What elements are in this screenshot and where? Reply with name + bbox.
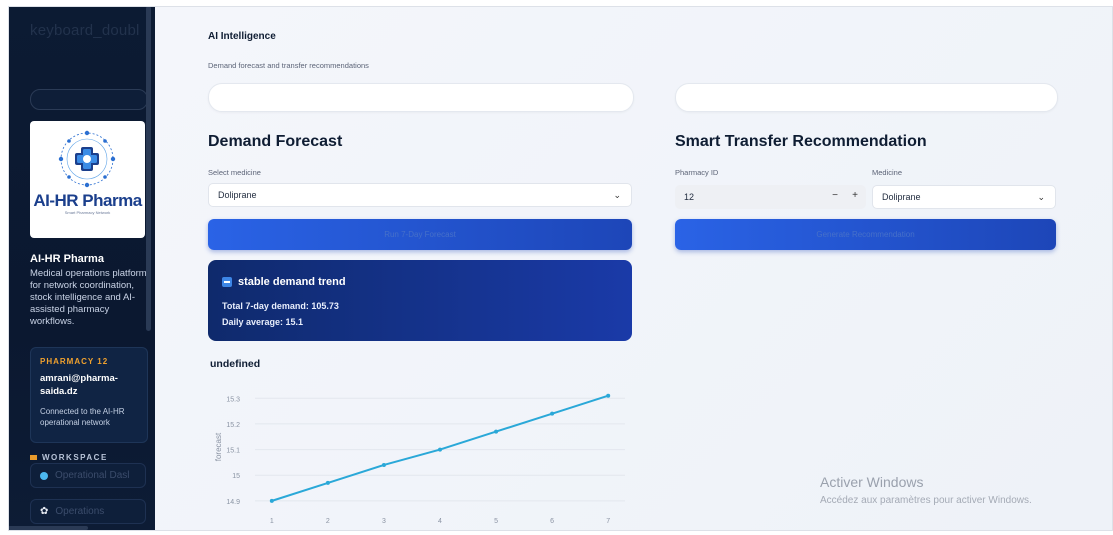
generate-recommendation-button[interactable]: Generate Recommendation xyxy=(675,219,1056,250)
pharmacy-card: PHARMACY 12 amrani@pharma-saida.dz Conne… xyxy=(30,347,148,443)
dot-icon xyxy=(40,471,48,480)
increment-button[interactable]: + xyxy=(852,190,858,201)
logo-subtitle: Smart Pharmacy Network xyxy=(64,210,111,215)
sidebar-toggle-glyph[interactable]: keyboard_doubl xyxy=(30,22,140,39)
workspace-label-text: WORKSPACE xyxy=(42,453,108,462)
sidebar-item-label: Operational Dasl xyxy=(55,470,130,481)
pharmacy-email: amrani@pharma-saida.dz xyxy=(40,373,118,397)
forecast-line-chart: 14.91515.115.215.31234567dayforecast xyxy=(214,393,625,525)
y-tick-label: 15.2 xyxy=(226,422,240,429)
sidebar: keyboard_doubl AI-HR Pharma Smart Pharma… xyxy=(8,6,155,531)
trend-title-text: stable demand trend xyxy=(238,276,346,288)
y-axis-label: forecast xyxy=(214,432,223,461)
minus-square-icon xyxy=(222,277,232,287)
forecast-point xyxy=(381,462,386,467)
trend-card: stable demand trend Total 7-day demand: … xyxy=(208,260,632,341)
medicine-select-value: Doliprane xyxy=(218,190,257,200)
medicine-label: Medicine xyxy=(872,168,903,177)
x-tick-label: 1 xyxy=(270,518,274,525)
x-tick-label: 3 xyxy=(382,518,386,525)
x-tick-label: 4 xyxy=(438,518,442,525)
y-tick-label: 15.3 xyxy=(226,396,240,403)
gear-icon: ✿ xyxy=(40,506,49,517)
total-demand-text: Total 7-day demand: 105.73 xyxy=(222,301,339,311)
forecast-point xyxy=(606,393,611,398)
windows-activation-title: Activer Windows xyxy=(820,474,924,490)
pharmacy-status: Connected to the AI-HR operational netwo… xyxy=(40,407,125,427)
main-content: AI Intelligence Demand forecast and tran… xyxy=(155,6,1113,531)
x-tick-label: 2 xyxy=(326,518,330,525)
logo: AI-HR Pharma Smart Pharmacy Network xyxy=(30,121,145,238)
pharmacy-id-label: Pharmacy ID xyxy=(675,168,719,177)
transfer-medicine-select[interactable]: Doliprane ⌄ xyxy=(872,185,1056,209)
sidebar-item-label: Operations xyxy=(55,506,105,517)
forecast-heading: Demand Forecast xyxy=(208,133,343,150)
workspace-label: WORKSPACE xyxy=(30,453,108,462)
chart-title: undefined xyxy=(210,358,261,370)
decrement-button[interactable]: − xyxy=(832,190,838,201)
sidebar-item-operational-dashboard[interactable]: Operational Dasl xyxy=(30,463,146,488)
logo-text: AI-HR Pharma xyxy=(33,191,142,210)
x-tick-label: 6 xyxy=(550,518,554,525)
forecast-tab-pill[interactable] xyxy=(208,83,634,112)
y-tick-label: 15.1 xyxy=(226,448,240,455)
forecast-point xyxy=(438,447,442,452)
y-tick-label: 15 xyxy=(232,473,240,480)
pharmacy-heading: PHARMACY 12 xyxy=(40,357,109,366)
forecast-point xyxy=(325,480,330,485)
x-tick-label: 5 xyxy=(494,518,498,525)
forecast-point xyxy=(269,498,274,503)
chevron-down-icon: ⌄ xyxy=(613,190,621,200)
daily-average-text: Daily average: 15.1 xyxy=(222,317,304,327)
sidebar-scrollbar[interactable] xyxy=(146,6,151,331)
transfer-heading: Smart Transfer Recommendation xyxy=(675,133,927,150)
forecast-point xyxy=(494,429,499,434)
workspace-flag-icon xyxy=(30,455,37,460)
x-tick-label: 7 xyxy=(606,518,610,525)
page-subtitle: Demand forecast and transfer recommendat… xyxy=(208,61,369,70)
transfer-medicine-value: Doliprane xyxy=(882,192,921,202)
page-title: AI Intelligence xyxy=(208,31,276,42)
windows-activation-text: Accédez aux paramètres pour activer Wind… xyxy=(820,495,1032,506)
transfer-tab-pill[interactable] xyxy=(675,83,1058,112)
select-medicine-label: Select medicine xyxy=(208,168,261,177)
brand-title: AI-HR Pharma xyxy=(30,253,104,265)
run-forecast-button[interactable]: Run 7-Day Forecast xyxy=(208,219,632,250)
forecast-point xyxy=(550,411,555,416)
pharmacy-id-stepper[interactable]: 12 − + xyxy=(675,185,866,209)
sidebar-horizontal-scrollbar[interactable] xyxy=(8,526,88,530)
brand-description: Medical operations platform for network … xyxy=(30,268,147,327)
pharma-logo-icon xyxy=(58,130,116,188)
y-tick-label: 14.9 xyxy=(226,499,240,506)
pharmacy-id-value: 12 xyxy=(684,192,695,202)
chevron-down-icon: ⌄ xyxy=(1037,192,1045,202)
trend-title: stable demand trend xyxy=(222,276,346,288)
sidebar-item-operations[interactable]: ✿ Operations xyxy=(30,499,146,524)
sidebar-search-input[interactable] xyxy=(30,89,148,110)
medicine-select[interactable]: Doliprane ⌄ xyxy=(208,183,632,207)
